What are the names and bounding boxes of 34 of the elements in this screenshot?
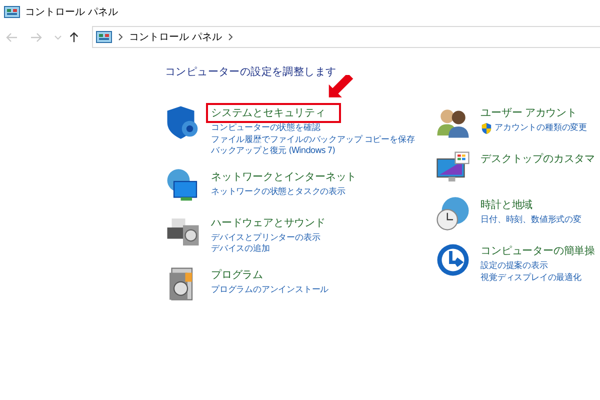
task-link[interactable]: プログラムのアンインストール — [211, 284, 329, 296]
category-link[interactable]: デスクトップのカスタマ — [476, 149, 600, 169]
dropdown-caret-icon[interactable] — [54, 34, 62, 40]
control-panel-icon — [4, 6, 20, 18]
back-arrow-icon[interactable] — [6, 32, 18, 42]
accessibility-icon — [434, 242, 471, 278]
category-link[interactable]: ユーザー アカウント — [476, 103, 582, 123]
task-link[interactable]: コンピューターの状態を確認 — [211, 123, 320, 134]
category-link[interactable]: コンピューターの簡単操 — [476, 241, 600, 261]
address-bar[interactable]: コントロール パネル — [92, 26, 600, 48]
task-link[interactable]: ネットワークの状態とタスクの表示 — [211, 186, 346, 198]
chevron-icon — [118, 33, 123, 41]
task-link[interactable]: デバイスの追加 — [211, 244, 270, 256]
forward-arrow-icon[interactable] — [30, 32, 42, 42]
chevron-icon — [228, 33, 234, 41]
category-link[interactable]: 時計と地域 — [476, 195, 538, 215]
globe-clock-icon — [434, 196, 471, 232]
uac-shield-icon — [480, 123, 492, 134]
task-link[interactable]: バックアップと復元 (Windows 7) — [211, 146, 335, 158]
category-link[interactable]: システムとセキュリティ — [206, 103, 342, 123]
control-panel-icon — [96, 31, 112, 43]
task-link[interactable]: アカウントの種類の変更 — [494, 123, 587, 134]
category-link[interactable]: ハードウェアとサウンド — [206, 212, 330, 232]
task-link[interactable]: ファイル履歴でファイルのバックアップ コピーを保存 — [211, 134, 415, 146]
task-link[interactable]: 視覚ディスプレイの最適化 — [480, 272, 582, 284]
category-link[interactable]: ネットワークとインターネット — [206, 166, 362, 186]
task-link[interactable]: デバイスとプリンターの表示 — [211, 232, 320, 244]
breadcrumb-item[interactable]: コントロール パネル — [129, 30, 222, 44]
task-link[interactable]: 設定の提案の表示 — [480, 261, 548, 272]
task-link[interactable]: 日付、時刻、数値形式の変 — [480, 215, 582, 226]
category-link[interactable]: プログラム — [206, 264, 268, 284]
page-heading: コンピューターの設定を調整します — [165, 65, 338, 79]
window-title: コントロール パネル — [25, 6, 118, 19]
up-arrow-icon[interactable] — [68, 32, 80, 42]
